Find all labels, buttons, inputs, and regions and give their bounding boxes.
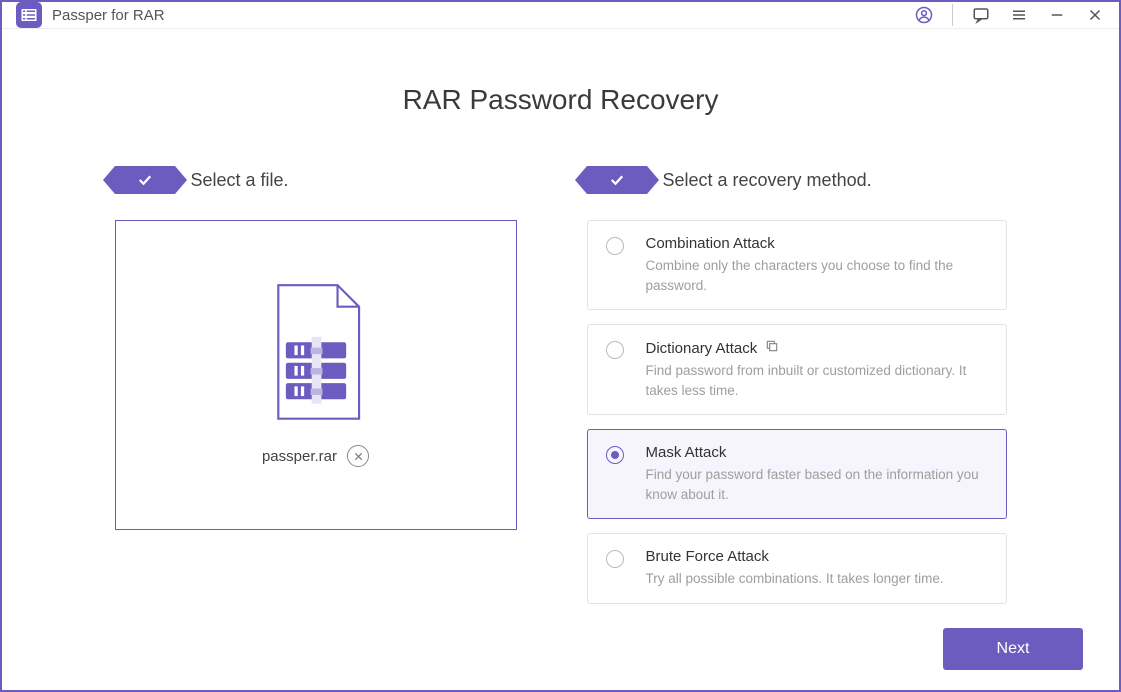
method-title: Dictionary Attack — [646, 339, 990, 357]
minimize-button[interactable] — [1047, 5, 1067, 25]
copy-icon — [765, 339, 779, 357]
step-select-file: Select a file. pa — [115, 166, 517, 604]
radio-icon — [606, 341, 624, 359]
method-desc: Combine only the characters you choose t… — [646, 256, 990, 295]
rar-file-icon — [261, 283, 371, 423]
method-option-1[interactable]: Dictionary Attack Find password from inbu… — [587, 324, 1007, 415]
footer: Next — [2, 618, 1119, 670]
titlebar: Passper for RAR — [2, 2, 1119, 29]
close-button[interactable] — [1085, 5, 1105, 25]
menu-icon[interactable] — [1009, 5, 1029, 25]
method-desc: Find your password faster based on the i… — [646, 465, 990, 504]
app-title: Passper for RAR — [52, 7, 165, 24]
method-option-0[interactable]: Combination Attack Combine only the chara… — [587, 220, 1007, 310]
account-icon[interactable] — [914, 5, 934, 25]
step-select-method: Select a recovery method. Combination At… — [587, 166, 1007, 604]
method-title: Brute Force Attack — [646, 548, 944, 565]
radio-icon — [606, 550, 624, 568]
file-dropzone[interactable]: passper.rar — [115, 220, 517, 530]
app-icon — [16, 2, 42, 28]
next-button[interactable]: Next — [943, 628, 1083, 670]
method-title: Combination Attack — [646, 235, 990, 252]
main-content: RAR Password Recovery Select a file. — [2, 29, 1119, 690]
method-desc: Find password from inbuilt or customized… — [646, 361, 990, 400]
step1-header: Select a file. — [115, 166, 517, 194]
page-title: RAR Password Recovery — [2, 84, 1119, 116]
step1-title: Select a file. — [191, 170, 289, 191]
selected-filename: passper.rar — [262, 448, 337, 465]
radio-icon — [606, 446, 624, 464]
method-title: Mask Attack — [646, 444, 990, 461]
method-desc: Try all possible combinations. It takes … — [646, 569, 944, 589]
step2-check-icon — [587, 166, 647, 194]
step1-check-icon — [115, 166, 175, 194]
step2-header: Select a recovery method. — [587, 166, 1007, 194]
remove-file-button[interactable] — [347, 445, 369, 467]
separator — [952, 4, 953, 26]
radio-icon — [606, 237, 624, 255]
method-option-3[interactable]: Brute Force Attack Try all possible combi… — [587, 533, 1007, 604]
methods-list: Combination Attack Combine only the chara… — [587, 220, 1007, 604]
feedback-icon[interactable] — [971, 5, 991, 25]
step2-title: Select a recovery method. — [663, 170, 872, 191]
method-option-2[interactable]: Mask Attack Find your password faster bas… — [587, 429, 1007, 519]
